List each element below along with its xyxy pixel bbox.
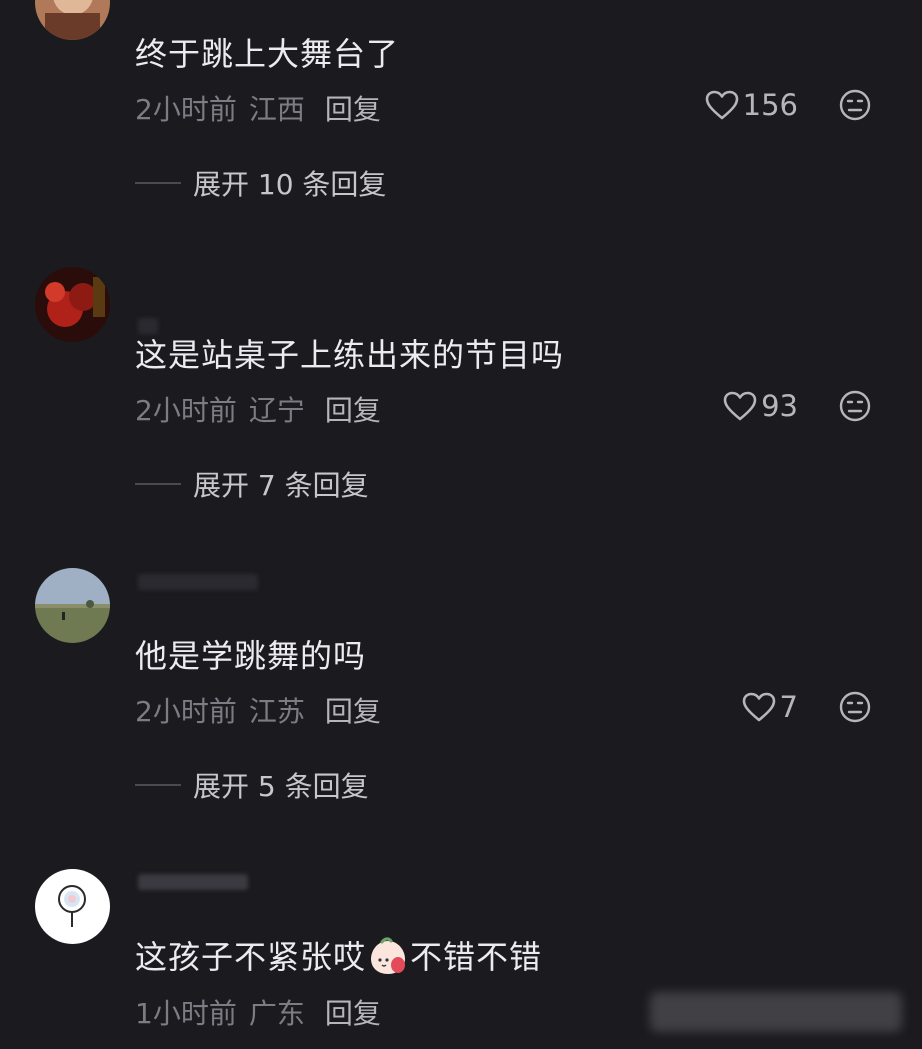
comment-time: 2小时前 [135, 93, 237, 126]
username-redacted [138, 874, 248, 890]
neutral-face-icon[interactable] [838, 690, 872, 724]
comment-text: 这是站桌子上练出来的节目吗 [135, 336, 565, 374]
like-button[interactable]: 156 [705, 88, 798, 122]
watermark [650, 992, 902, 1032]
expand-replies-button[interactable]: 展开 10 条回复 [135, 163, 386, 203]
expand-replies-label: 展开 7 条回复 [193, 469, 369, 502]
avatar[interactable] [35, 0, 110, 40]
peach-face-emoji [371, 937, 406, 974]
divider [135, 483, 181, 485]
comment-meta: 1小时前 广东 回复 [135, 992, 381, 1032]
comment-time: 2小时前 [135, 394, 237, 427]
username-redacted [138, 574, 258, 590]
reply-button[interactable]: 回复 [325, 93, 381, 126]
heart-outline-icon [723, 391, 757, 421]
comment-location: 江西 [248, 93, 305, 126]
comment-time: 2小时前 [135, 695, 237, 728]
heart-outline-icon [705, 90, 738, 120]
comment-location: 广东 [248, 997, 305, 1030]
comment-list: 终于跳上大舞台了 2小时前 江西 回复 156 展开 10 条回复 这是站桌子上… [0, 0, 922, 1049]
comment-meta: 2小时前 江西 回复 [135, 88, 381, 128]
comment-location: 江苏 [248, 695, 305, 728]
comment-meta: 2小时前 辽宁 回复 [135, 389, 381, 429]
avatar[interactable] [35, 869, 110, 944]
reply-button[interactable]: 回复 [325, 394, 381, 427]
avatar[interactable] [35, 568, 110, 643]
like-count: 7 [779, 690, 798, 724]
like-count: 156 [742, 88, 798, 122]
like-count: 93 [761, 389, 798, 423]
expand-replies-label: 展开 10 条回复 [193, 168, 387, 201]
divider [135, 784, 181, 786]
like-button[interactable]: 93 [723, 389, 798, 423]
comment-time: 1小时前 [135, 997, 237, 1030]
comment-text: 这孩子不紧张哎 不错不错 [135, 932, 542, 978]
neutral-face-icon[interactable] [838, 389, 872, 423]
comment-location: 辽宁 [248, 394, 305, 427]
heart-outline-icon [742, 692, 775, 722]
comment-meta: 2小时前 江苏 回复 [135, 690, 381, 730]
avatar[interactable] [35, 267, 110, 342]
reply-button[interactable]: 回复 [325, 997, 381, 1030]
neutral-face-icon[interactable] [838, 88, 872, 122]
expand-replies-label: 展开 5 条回复 [193, 770, 369, 803]
divider [135, 182, 181, 184]
reply-button[interactable]: 回复 [325, 695, 381, 728]
expand-replies-button[interactable]: 展开 7 条回复 [135, 464, 369, 504]
comment-text: 终于跳上大舞台了 [135, 35, 400, 73]
expand-replies-button[interactable]: 展开 5 条回复 [135, 765, 369, 805]
comment-text-part: 不错不错 [410, 938, 543, 976]
like-button[interactable]: 7 [742, 690, 798, 724]
comment-text: 他是学跳舞的吗 [135, 637, 367, 675]
comment-text-part: 这孩子不紧张哎 [135, 938, 367, 976]
